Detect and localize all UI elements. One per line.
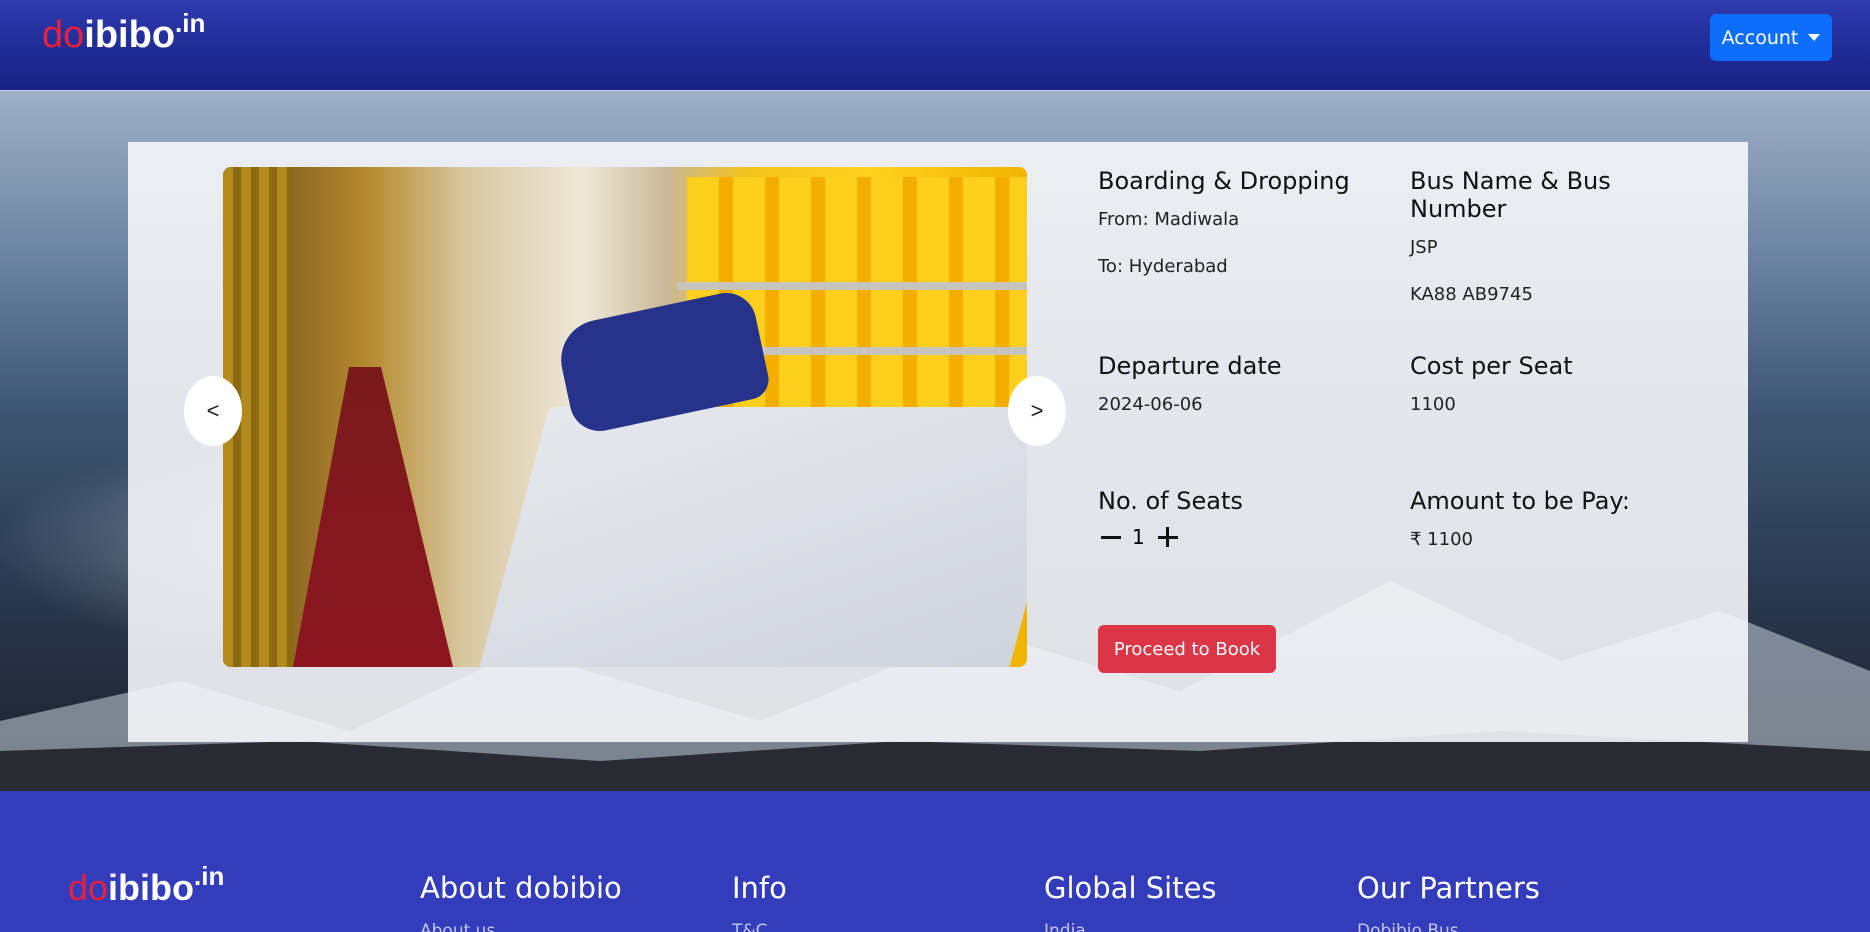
bus-name-section: Bus Name & Bus Number JSP KA88 AB9745 (1410, 167, 1710, 305)
seats-count: 1 (1132, 525, 1145, 549)
bus-name: JSP (1410, 237, 1438, 258)
bus-number: KA88 AB9745 (1410, 284, 1533, 305)
footer-column-global-sites: Global Sites India (1044, 871, 1217, 932)
footer-column-title: Info (732, 871, 787, 905)
amount-value: ₹ 1100 (1410, 529, 1473, 550)
cost-section: Cost per Seat 1100 (1410, 352, 1710, 415)
footer: doibibo.in About dobibio About us Info T… (0, 791, 1870, 932)
plus-icon[interactable] (1155, 525, 1179, 549)
footer-brand-suffix: .in (194, 861, 225, 891)
footer-brand-ibibo: ibibo (108, 867, 195, 908)
departure-date: 2024-06-06 (1098, 394, 1203, 415)
departure-heading: Departure date (1098, 352, 1282, 380)
boarding-to: To: Hyderabad (1098, 256, 1228, 277)
caret-down-icon (1808, 34, 1821, 41)
footer-link-about-us[interactable]: About us (420, 921, 622, 932)
footer-link-india[interactable]: India (1044, 921, 1217, 932)
brand-ibibo: ibibo (84, 14, 176, 56)
bus-heading: Bus Name & Bus Number (1410, 167, 1611, 223)
brand-do: do (42, 14, 85, 56)
seats-section: No. of Seats 1 (1098, 487, 1398, 549)
footer-brand-do: do (68, 867, 109, 908)
proceed-to-book-button[interactable]: Proceed to Book (1098, 625, 1276, 673)
brand-logo[interactable]: doibibo.in (42, 8, 205, 57)
account-label: Account (1721, 26, 1799, 49)
footer-column-about: About dobibio About us (420, 871, 622, 932)
footer-link-dobibio-bus[interactable]: Dobibio Bus (1357, 921, 1540, 932)
amount-section: Amount to be Pay: ₹ 1100 (1410, 487, 1710, 550)
account-dropdown-button[interactable]: Account (1710, 14, 1832, 61)
carousel-prev-button[interactable]: < (184, 376, 242, 446)
chevron-right-icon: > (1030, 398, 1044, 423)
bus-interior-photo (223, 167, 1027, 667)
bus-detail-card: < > Boarding & Dropping From: Madiwala T… (128, 142, 1748, 742)
brand-suffix: .in (175, 8, 206, 38)
boarding-heading: Boarding & Dropping (1098, 167, 1350, 195)
footer-link-terms[interactable]: T&C (732, 921, 787, 932)
chevron-left-icon: < (206, 398, 220, 423)
boarding-dropping-section: Boarding & Dropping From: Madiwala To: H… (1098, 167, 1398, 277)
footer-column-title: Global Sites (1044, 871, 1217, 905)
footer-column-partners: Our Partners Dobibio Bus (1357, 871, 1540, 932)
navbar: doibibo.in Account (0, 0, 1870, 91)
footer-column-title: About dobibio (420, 871, 622, 905)
departure-section: Departure date 2024-06-06 (1098, 352, 1398, 415)
seats-stepper: 1 (1098, 525, 1398, 549)
carousel-next-button[interactable]: > (1008, 376, 1066, 446)
minus-icon[interactable] (1098, 525, 1122, 549)
footer-column-title: Our Partners (1357, 871, 1540, 905)
footer-brand-logo[interactable]: doibibo.in (68, 861, 224, 909)
cost-heading: Cost per Seat (1410, 352, 1573, 380)
footer-column-info: Info T&C (732, 871, 787, 932)
cost-value: 1100 (1410, 394, 1456, 415)
boarding-from: From: Madiwala (1098, 209, 1240, 230)
seats-heading: No. of Seats (1098, 487, 1243, 515)
amount-heading: Amount to be Pay: (1410, 487, 1630, 515)
